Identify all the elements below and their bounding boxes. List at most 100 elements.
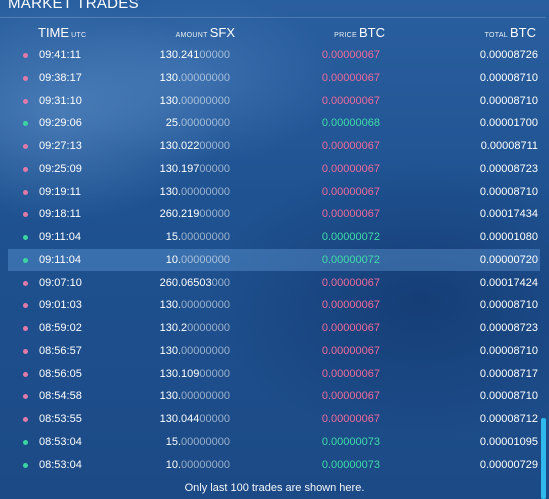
trade-price-int: 0. [321,344,332,357]
trade-amount: 130.00000000 [160,345,230,357]
header-price[interactable]: PRICE BTC [332,25,385,40]
scrollbar-thumb[interactable] [541,418,546,499]
trade-price-frac: 00000067 [331,322,380,334]
trade-total: 0.00008723 [479,322,538,334]
trade-amount-sig: 197 [181,162,200,175]
trade-amount-int: 130. [159,367,182,380]
trade-row[interactable]: 09:29:06 25.00000000 0.00000068 0.00001700 [8,112,540,134]
header-time-unit: UTC [71,32,87,39]
header-amount-label: AMOUNT [175,32,208,39]
trade-time: 08:56:57 [39,344,82,357]
trade-price-int: 0. [321,276,332,289]
trade-amount-sig: 06503 [181,276,212,289]
trade-amount-int: 130. [159,71,182,84]
trade-amount-int: 10. [165,253,182,266]
column-header: TIME UTC AMOUNT SFX PRICE BTC TOTAL BTC [0,25,549,41]
trade-price-frac: 00000067 [331,94,380,107]
trade-amount-int: 130. [159,185,182,198]
sell-indicator-icon [23,212,28,218]
trade-row[interactable]: 09:38:17 130.00000000 0.00000067 0.00008710 [8,67,540,89]
trade-total: 0.00008710 [479,390,538,403]
trade-amount-pad: 00000000 [181,458,230,471]
trade-row[interactable]: 09:11:04 10.00000000 0.00000072 0.00000720 [8,248,540,271]
trade-amount-int: 15. [165,231,182,243]
trade-amount-pad: 00000000 [181,435,230,448]
trade-price-int: 0. [321,458,332,471]
trade-price-int: 0. [321,253,332,266]
trade-row[interactable]: 09:19:11 130.00000000 0.00000067 0.00008710 [8,181,540,203]
trade-row[interactable]: 09:41:11 130.24100000 0.00000067 0.00008726 [8,44,540,66]
trade-row[interactable]: 08:59:02 130.20000000 0.00000067 0.00008723 [8,317,540,339]
sell-indicator-icon [23,417,28,422]
header-time[interactable]: TIME UTC [38,25,88,40]
trade-row[interactable]: 08:53:04 10.00000000 0.00000073 0.00000729 [8,454,540,476]
trade-row[interactable]: 08:53:55 130.04400000 0.00000067 0.00008712 [8,408,540,430]
trade-amount: 130.04400000 [160,413,230,425]
trade-time: 09:31:10 [39,94,82,107]
trade-row[interactable]: 09:01:03 130.00000000 0.00000067 0.00008710 [8,294,540,316]
trade-amount-pad: 00000000 [181,390,230,403]
trade-price-frac: 00000073 [331,458,380,471]
trade-price-int: 0. [321,49,332,61]
trade-amount-pad: 00000000 [181,299,230,312]
trade-time: 08:54:58 [39,390,82,403]
trade-price-int: 0. [321,231,332,243]
sell-indicator-icon [23,166,28,172]
trade-amount-pad: 00000 [199,208,230,221]
trade-total: 0.00001080 [479,231,538,243]
trade-amount: 10.00000000 [166,459,230,471]
trade-price: 0.00000067 [322,49,380,61]
trade-time: 08:53:04 [39,435,82,448]
trade-amount-int: 260. [159,276,182,289]
trade-row[interactable]: 09:31:10 130.00000000 0.00000067 0.00008710 [8,90,540,112]
trade-total: 0.00008726 [479,49,538,61]
trade-time: 08:56:05 [39,367,82,380]
trade-price: 0.00000067 [322,299,380,311]
trade-price-int: 0. [321,367,332,380]
trade-amount-sig: 241 [181,49,200,61]
trade-price: 0.00000067 [322,368,380,380]
trade-price-frac: 00000072 [331,231,380,243]
trade-amount: 130.00000000 [160,186,230,198]
trade-amount: 15.00000000 [166,436,230,448]
sell-indicator-icon [23,348,28,354]
trade-price: 0.00000067 [322,72,380,84]
trade-total: 0.00000720 [479,253,538,266]
sell-indicator-icon [23,303,28,309]
trade-time: 09:07:10 [39,276,82,289]
sell-indicator-icon [23,75,28,81]
sell-indicator-icon [23,144,28,149]
trade-amount-int: 130. [159,390,182,403]
buy-indicator-icon [23,235,28,240]
trade-amount-int: 25. [165,117,182,130]
trade-price-frac: 00000067 [331,299,380,312]
trade-price-frac: 00000067 [331,344,380,357]
trade-amount-int: 130. [159,140,182,152]
trade-time: 09:19:11 [39,185,82,198]
trade-row[interactable]: 09:18:11 260.21900000 0.00000067 0.00017434 [8,203,540,225]
trade-total: 0.00001700 [479,117,538,130]
header-total[interactable]: TOTAL BTC [483,25,536,40]
footer-note: Only last 100 trades are shown here. [184,482,365,494]
header-amount-unit: SFX [209,25,235,40]
trade-row[interactable]: 08:56:57 130.00000000 0.00000067 0.00008710 [8,340,540,362]
trade-amount: 130.00000000 [160,299,230,311]
trade-price: 0.00000067 [322,95,380,107]
trade-amount-pad: 00000000 [181,253,230,266]
trade-amount-sig: 109 [181,367,200,380]
header-amount[interactable]: AMOUNT SFX [174,25,235,40]
trade-row[interactable]: 09:27:13 130.02200000 0.00000067 0.00008711 [8,135,540,157]
trade-row[interactable]: 08:56:05 130.10900000 0.00000067 0.00008717 [8,363,540,385]
buy-indicator-icon [23,257,28,263]
title-divider [0,17,546,18]
trade-row[interactable]: 09:11:04 15.00000000 0.00000072 0.00001080 [8,226,540,248]
trade-time: 09:11:04 [39,231,82,243]
trade-row[interactable]: 08:54:58 130.00000000 0.00000067 0.00008710 [8,385,540,407]
sell-indicator-icon [23,280,28,286]
trade-price-int: 0. [321,299,332,312]
trade-row[interactable]: 08:53:04 15.00000000 0.00000073 0.00001095 [8,431,540,453]
trade-row[interactable]: 09:25:09 130.19700000 0.00000067 0.00008723 [8,158,540,180]
trade-row[interactable]: 09:07:10 260.06503000 0.00000067 0.00017424 [8,272,540,294]
trade-price: 0.00000073 [322,436,380,448]
trade-amount-pad: 00000000 [181,185,230,198]
